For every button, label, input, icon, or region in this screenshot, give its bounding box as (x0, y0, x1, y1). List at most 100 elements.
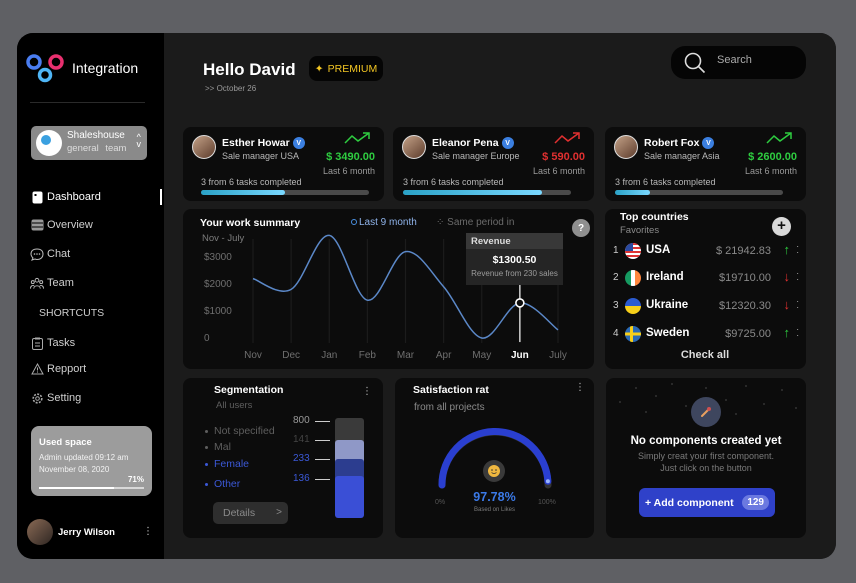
check-all-link[interactable]: Check all (605, 349, 805, 361)
top-countries-title: Top countries (620, 211, 689, 223)
country-value: $19710.00 (719, 272, 771, 284)
person-tasks: 3 from 6 tasks completed (615, 177, 716, 187)
details-button[interactable]: Details > (213, 502, 288, 524)
arrow-down-icon: ↓ (783, 297, 791, 312)
team-icon (30, 276, 44, 290)
used-space-card: Used space Admin updated 09:12 am Novemb… (31, 426, 152, 496)
used-space-updated: Admin updated 09:12 am (39, 453, 129, 462)
used-space-progress-fill (39, 487, 114, 489)
person-card[interactable]: Esther Howar V Sale manager USA $ 3490.00… (183, 127, 384, 201)
workspace-avatar (36, 130, 62, 156)
active-indicator (160, 189, 162, 205)
more-vertical-icon[interactable]: · · (796, 243, 799, 257)
sidebar-item-setting[interactable]: Setting (30, 388, 81, 408)
person-name: Eleanor Pena V (432, 137, 514, 150)
more-vertical-icon[interactable]: · · (796, 270, 799, 284)
chevron-right-icon: > (276, 507, 282, 518)
person-period: Last 6 month (322, 166, 375, 176)
sidebar-item-team[interactable]: Team (30, 273, 74, 293)
country-name: Sweden (646, 327, 690, 339)
add-country-button[interactable]: + (772, 217, 791, 236)
top-countries-subtitle: Favorites (620, 225, 660, 236)
segment-dot (205, 482, 208, 486)
tooltip-title: Revenue (471, 236, 511, 247)
country-value: $12320.30 (719, 300, 771, 312)
person-tasks: 3 from 6 tasks completed (201, 177, 302, 187)
more-vertical-icon[interactable]: ⋮ (362, 386, 372, 397)
country-row[interactable]: 2 Ireland $19710.00 ↓ · · (613, 269, 799, 287)
satisfaction-card: Satisfaction rat ⋮ from all projects 97.… (395, 378, 594, 538)
app-logo-icon (26, 54, 64, 83)
gauge-marker (545, 479, 550, 484)
y-tick-label: $2000 (204, 279, 232, 290)
satisfaction-gauge (438, 428, 552, 489)
more-vertical-icon[interactable]: · · (796, 298, 799, 312)
more-vertical-icon[interactable]: · · (796, 326, 799, 340)
person-amount: $ 3490.00 (326, 151, 375, 163)
country-row[interactable]: 1 USA $ 21942.83 ↑ · · (613, 242, 799, 260)
used-space-date: November 08, 2020 (39, 465, 110, 474)
y-tick-label: $1000 (204, 306, 232, 317)
workspace-name: Shaleshouse (67, 130, 125, 141)
verified-icon: V (702, 137, 715, 150)
add-component-label: + Add component (645, 496, 734, 509)
country-value: $ 21942.83 (715, 245, 771, 257)
segment-label: Female (214, 458, 250, 470)
x-tick-label: Apr (436, 350, 452, 361)
person-card[interactable]: Robert Fox V Sale manager Asia $ 2600.00 … (605, 127, 806, 201)
main-content: Hello David >> October 26 ✦ PREMIUM Esth… (164, 33, 836, 559)
country-row[interactable]: 4 Sweden $9725.00 ↑ · · (613, 325, 799, 343)
segmentation-subtitle: All users (216, 400, 253, 411)
person-card[interactable]: Eleanor Pena V Sale manager Europe $ 590.… (393, 127, 594, 201)
tooltip-body: $1300.50 Revenue from 230 sales (466, 249, 563, 285)
sidebar-item-label: Repport (47, 363, 87, 375)
gear-icon (30, 391, 44, 405)
segment-value: 136 (293, 473, 310, 484)
avatar (614, 135, 638, 159)
sidebar-item-tasks[interactable]: Tasks (30, 333, 75, 353)
used-space-title: Used space (39, 437, 92, 448)
country-row[interactable]: 3 Ukraine $12320.30 ↓ · · (613, 297, 799, 315)
empty-state-text: Simply creat your first component. Just … (637, 451, 775, 473)
shortcuts-heading: SHORTCUTS (39, 307, 105, 319)
task-progress (403, 190, 571, 195)
avatar (402, 135, 426, 159)
overview-icon (30, 218, 44, 232)
segment-value: 141 (293, 434, 310, 445)
segment-other (335, 476, 364, 518)
sidebar-item-chat[interactable]: Chat (30, 244, 70, 264)
add-component-button[interactable]: + Add component 129 (639, 488, 775, 517)
sidebar-item-label: Setting (47, 392, 82, 404)
x-tick-label: May (472, 350, 491, 361)
star-icon: ✦ (314, 62, 324, 75)
sidebar-divider (30, 102, 145, 103)
top-countries-card: Top countries Favorites + 1 USA $ 21942.83… (605, 209, 806, 369)
sidebar-item-dashboard[interactable]: Dashboard (30, 187, 101, 207)
segment-legend-item: Other (205, 478, 240, 490)
sidebar-item-overview[interactable]: Overview (30, 215, 93, 235)
more-vertical-icon[interactable]: ⋮ (143, 526, 153, 537)
used-space-percent: 71% (127, 475, 144, 484)
segmentation-bar (335, 418, 364, 518)
workspace-switcher[interactable]: Shaleshouse general team ^ v (31, 126, 147, 160)
arrow-down-icon: ↓ (783, 269, 791, 284)
trend-up-icon (344, 132, 370, 144)
app-name: Integration (72, 60, 139, 76)
segment-connector (315, 479, 330, 480)
x-tick-label: Jan (321, 350, 337, 361)
premium-badge[interactable]: ✦ PREMIUM (309, 56, 383, 81)
search-bar[interactable] (671, 46, 806, 79)
search-input[interactable] (717, 54, 797, 66)
sidebar-item-report[interactable]: Repport (30, 359, 86, 379)
satisfaction-note: Based on Likes (473, 507, 516, 513)
tooltip-value: $1300.50 (492, 254, 537, 266)
warning-icon (30, 362, 44, 376)
chart-tooltip: Revenue $1300.50 Revenue from 230 sales (466, 233, 563, 285)
work-summary-card: Your work summary Nov - July Last 9 mont… (183, 209, 594, 369)
arrow-up-icon: ↑ (783, 325, 791, 340)
segment-connector (315, 440, 330, 441)
country-name: USA (646, 244, 671, 256)
flag-ie-icon (625, 270, 641, 286)
segment-legend-item: Mal (205, 441, 231, 453)
user-profile[interactable]: Jerry Wilson ⋮ (27, 519, 153, 545)
